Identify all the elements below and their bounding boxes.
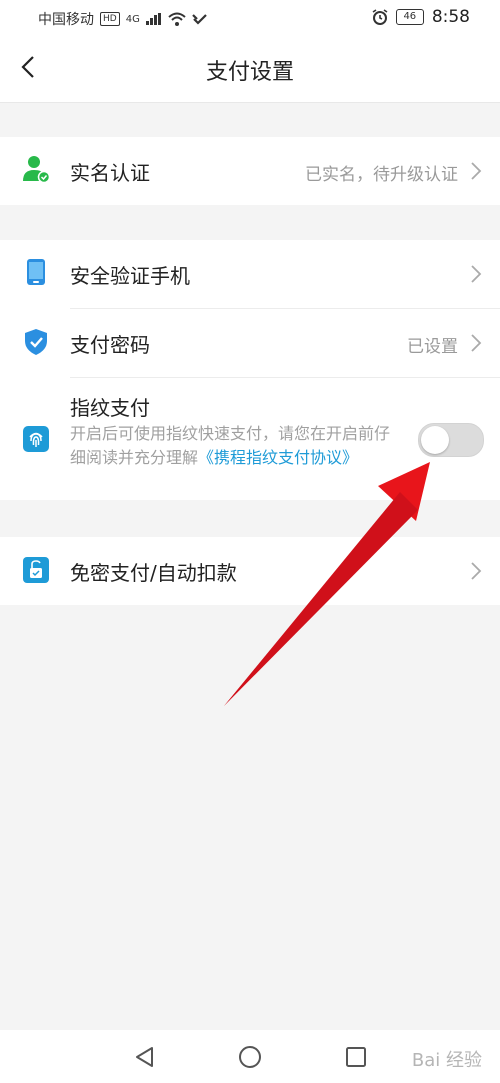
shield-check-icon [25,329,47,355]
chevron-right-icon [471,265,482,283]
realname-title: 实名认证 [70,161,150,185]
hd-badge: HD [100,12,120,26]
nav-back-icon[interactable] [133,1045,157,1069]
chevron-right-icon [471,162,482,180]
data-saver-icon [192,14,207,25]
alarm-icon [372,9,388,25]
fingerprint-description: 开启后可使用指纹快速支付，请您在开启前仔细阅读并充分理解《携程指纹支付协议》 [70,422,405,470]
password-row[interactable]: 支付密码 已设置 [0,309,500,377]
phone-row[interactable]: 安全验证手机 [0,240,500,308]
wifi-icon [168,12,186,26]
screen: 中国移动 HD 4G 46 8:58 支付设置 实名认证 已实名，待升级认证 安… [0,0,500,1083]
phone-title: 安全验证手机 [70,264,190,288]
user-verified-icon [23,156,50,183]
nopwd-card: 免密支付/自动扣款 [0,537,500,605]
nopwd-row[interactable]: 免密支付/自动扣款 [0,537,500,605]
fingerprint-toggle[interactable] [418,423,484,457]
toggle-knob [421,426,449,454]
realname-row[interactable]: 实名认证 已实名，待升级认证 [0,137,500,205]
chevron-right-icon [471,562,482,580]
realname-status: 已实名，待升级认证 [305,165,458,185]
nopwd-title: 免密支付/自动扣款 [70,561,237,585]
status-left: 中国移动 HD 4G [38,9,208,29]
carrier-label: 中国移动 [38,12,94,28]
realname-card: 实名认证 已实名，待升级认证 [0,137,500,205]
chevron-right-icon [471,334,482,352]
baidu-watermark: Bai 经验 [411,1050,482,1071]
app-header: 支付设置 [0,34,500,103]
nav-home-icon[interactable] [238,1045,262,1069]
fingerprint-title: 指纹支付 [70,396,150,420]
password-title: 支付密码 [70,333,150,357]
status-bar: 中国移动 HD 4G 46 8:58 [0,0,500,34]
page-title: 支付设置 [205,60,294,85]
clock-time: 8:58 [431,7,470,27]
fingerprint-agreement-link[interactable]: 《携程指纹支付协议》 [198,448,358,467]
security-card: 安全验证手机 支付密码 已设置 指纹支付 开启后可使用指纹快速支付，请您在开启前… [0,240,500,500]
fingerprint-row: 指纹支付 开启后可使用指纹快速支付，请您在开启前仔细阅读并充分理解《携程指纹支付… [0,378,500,500]
phone-icon [27,259,45,285]
unlock-bag-icon [23,557,49,583]
fingerprint-icon [23,426,49,452]
network-label: 4G [125,13,140,25]
password-status: 已设置 [407,337,458,357]
signal-icon [145,13,161,25]
nav-recents-icon[interactable] [344,1045,368,1069]
battery-indicator: 46 [395,9,424,25]
status-right: 46 8:58 [372,7,470,27]
